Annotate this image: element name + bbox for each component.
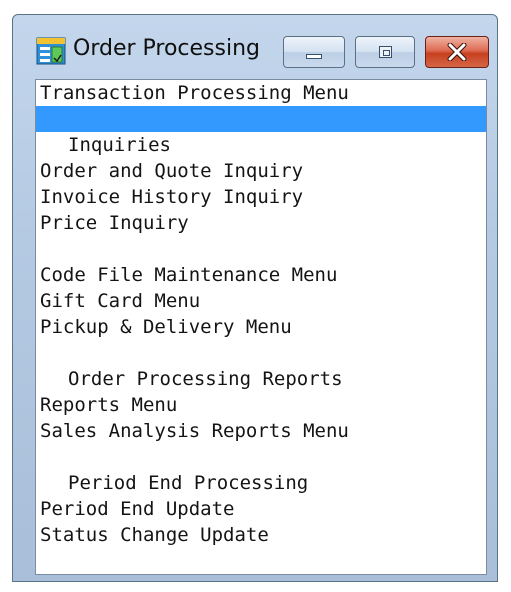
menu-item-price-inquiry[interactable]: Price Inquiry: [36, 210, 486, 236]
menu-item-reports[interactable]: Reports Menu: [36, 392, 486, 418]
menu-item-gift-card[interactable]: Gift Card Menu: [36, 288, 486, 314]
close-icon: [426, 37, 488, 67]
menu-spacer: [36, 444, 486, 470]
menu-item-code-file-maintenance[interactable]: Code File Maintenance Menu: [36, 262, 486, 288]
maximize-button[interactable]: [355, 36, 415, 68]
menu-item-invoice-history-inquiry[interactable]: Invoice History Inquiry: [36, 184, 486, 210]
menu-item-pickup-delivery[interactable]: Pickup & Delivery Menu: [36, 314, 486, 340]
menu-item-period-end-update[interactable]: Period End Update: [36, 496, 486, 522]
menu-title: Transaction Processing Menu: [40, 82, 349, 104]
section-heading-order-processing-reports: Order Processing Reports: [68, 368, 343, 390]
menu-panel: Transaction Processing Menu Inquiries Or…: [35, 79, 487, 575]
menu-selection-bar[interactable]: [36, 106, 486, 132]
menu-list: Transaction Processing Menu Inquiries Or…: [36, 80, 486, 548]
section-heading-inquiries: Inquiries: [68, 134, 171, 156]
minimize-button[interactable]: [283, 36, 345, 68]
title-bar[interactable]: Order Processing: [13, 15, 497, 81]
window-title: Order Processing: [73, 36, 260, 61]
menu-item-status-change-update[interactable]: Status Change Update: [36, 522, 486, 548]
section-heading-period-end-processing: Period End Processing: [68, 472, 309, 494]
menu-item-order-quote-inquiry[interactable]: Order and Quote Inquiry: [36, 158, 486, 184]
menu-spacer: [36, 340, 486, 366]
app-window: Order Processing Transaction Processing …: [12, 14, 498, 582]
minimize-icon: [306, 54, 322, 59]
menu-spacer: [36, 236, 486, 262]
app-icon[interactable]: [36, 37, 66, 65]
menu-item-sales-analysis-reports[interactable]: Sales Analysis Reports Menu: [36, 418, 486, 444]
close-button[interactable]: [425, 36, 489, 68]
maximize-icon: [379, 46, 392, 58]
